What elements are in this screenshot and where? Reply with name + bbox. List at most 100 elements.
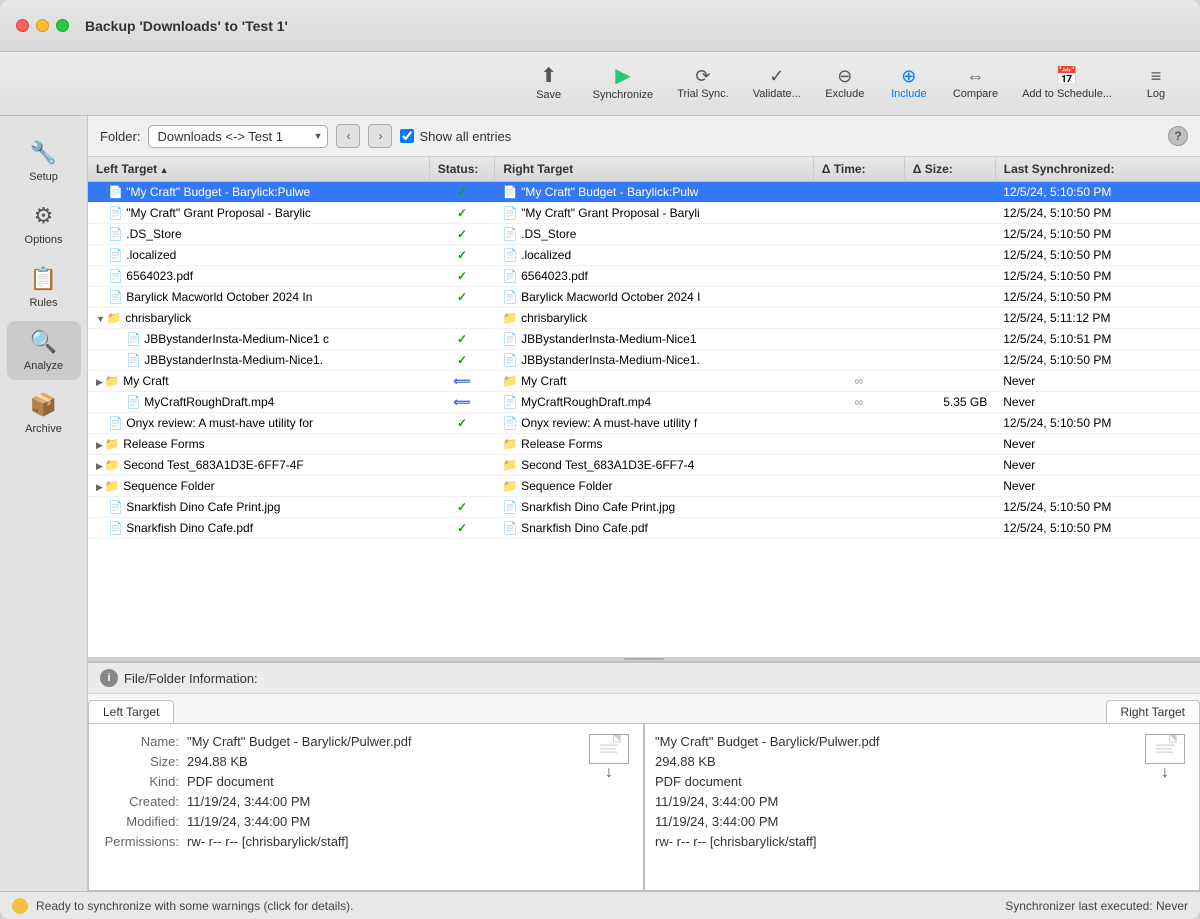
status-right-text: Synchronizer last executed: Never (1005, 899, 1188, 913)
right-target-tab[interactable]: Right Target (1106, 700, 1200, 723)
col-delta-size[interactable]: Δ Size: (904, 157, 995, 182)
show-all-label[interactable]: Show all entries (400, 129, 511, 144)
toolbar-compare[interactable]: ⇔ Compare (945, 63, 1006, 104)
expand-arrow-icon[interactable]: ▶ (96, 377, 103, 387)
table-row[interactable]: 📄 6564023.pdf✓📄 6564023.pdf12/5/24, 5:10… (88, 266, 1200, 287)
archive-icon: 📦 (30, 392, 57, 418)
checkmark-icon: ✓ (457, 248, 467, 262)
expand-arrow-icon[interactable]: ▶ (96, 440, 103, 450)
right-file-icon: 📄 (503, 269, 518, 283)
table-row[interactable]: ▶📁 My Craft⟸📁 My Craft∞Never (88, 371, 1200, 392)
delta-size-cell (904, 350, 995, 371)
folder-label: Folder: (100, 129, 140, 144)
left-filename: 6564023.pdf (126, 269, 193, 283)
left-size-label: Size: (99, 754, 179, 769)
toolbar-exclude[interactable]: ⊖ Exclude (817, 63, 873, 104)
last-sync-cell: Never (995, 476, 1200, 497)
left-kind-label: Kind: (99, 774, 179, 789)
table-row[interactable]: ▶📁 Sequence Folder📁 Sequence FolderNever (88, 476, 1200, 497)
minimize-button[interactable] (36, 19, 49, 32)
table-row[interactable]: 📄 Barylick Macworld October 2024 In✓📄 Ba… (88, 287, 1200, 308)
left-target-tab[interactable]: Left Target (88, 700, 174, 723)
table-row[interactable]: 📄 JBBystanderInsta-Medium-Nice1.✓📄 JBBys… (88, 350, 1200, 371)
status-left-text[interactable]: Ready to synchronize with some warnings … (36, 899, 353, 913)
status-cell: ✓ (429, 245, 495, 266)
status-cell: ✓ (429, 518, 495, 539)
left-filename: MyCraftRoughDraft.mp4 (144, 395, 274, 409)
expand-arrow-icon[interactable]: ▶ (96, 461, 103, 471)
file-table-container[interactable]: Left Target Status: Right Target Δ Time:… (88, 157, 1200, 657)
collapse-arrow-icon[interactable]: ▼ (96, 314, 105, 324)
checkmark-icon: ✓ (457, 416, 467, 430)
col-left-target[interactable]: Left Target (88, 157, 429, 182)
left-created-row: Created: 11/19/24, 3:44:00 PM (99, 794, 575, 809)
checkmark-icon: ✓ (457, 227, 467, 241)
nav-back-button[interactable]: ‹ (336, 124, 360, 148)
right-target-cell: 📄 Snarkfish Dino Cafe Print.jpg (495, 497, 813, 518)
bottom-panel-header: i File/Folder Information: (88, 663, 1200, 694)
file-icon: 📄 (126, 332, 141, 346)
toolbar-include[interactable]: ⊕ Include (881, 63, 937, 104)
checkmark-icon: ✓ (457, 332, 467, 346)
maximize-button[interactable] (56, 19, 69, 32)
delta-size-cell (904, 266, 995, 287)
right-filename: chrisbarylick (521, 311, 587, 325)
right-file-icon: 📄 (503, 521, 518, 535)
file-icon: 📄 (108, 227, 123, 241)
sidebar-item-setup[interactable]: 🔧 Setup (7, 132, 81, 191)
left-preview-thumb: ↓ (585, 734, 633, 782)
last-sync-cell: Never (995, 392, 1200, 413)
checkmark-icon: ✓ (457, 206, 467, 220)
table-row[interactable]: 📄 .DS_Store✓📄 .DS_Store12/5/24, 5:10:50 … (88, 224, 1200, 245)
table-row[interactable]: ▼📁 chrisbarylick📁 chrisbarylick12/5/24, … (88, 308, 1200, 329)
status-cell: ✓ (429, 350, 495, 371)
close-button[interactable] (16, 19, 29, 32)
nav-forward-button[interactable]: › (368, 124, 392, 148)
col-delta-time[interactable]: Δ Time: (813, 157, 904, 182)
table-row[interactable]: 📄 Onyx review: A must-have utility for✓📄… (88, 413, 1200, 434)
delta-size-cell (904, 308, 995, 329)
table-row[interactable]: 📄 MyCraftRoughDraft.mp4⟸📄 MyCraftRoughDr… (88, 392, 1200, 413)
table-row[interactable]: 📄 JBBystanderInsta-Medium-Nice1 c✓📄 JBBy… (88, 329, 1200, 350)
help-button[interactable]: ? (1168, 126, 1188, 146)
toolbar-trial-sync[interactable]: ⟳ Trial Sync. (669, 63, 737, 104)
sidebar-item-options[interactable]: ⚙ Options (7, 195, 81, 254)
sidebar-item-archive[interactable]: 📦 Archive (7, 384, 81, 443)
right-filename: Snarkfish Dino Cafe Print.jpg (521, 500, 675, 514)
table-row[interactable]: 📄 .localized✓📄 .localized12/5/24, 5:10:5… (88, 245, 1200, 266)
table-row[interactable]: 📄 "My Craft" Grant Proposal - Barylic✓📄 … (88, 203, 1200, 224)
left-kind-row: Kind: PDF document (99, 774, 575, 789)
delta-size-cell (904, 182, 995, 203)
toolbar-validate[interactable]: ✓ Validate... (745, 63, 809, 104)
expand-arrow-icon[interactable]: ▶ (96, 482, 103, 492)
sidebar-setup-label: Setup (29, 171, 58, 183)
toolbar-log[interactable]: ≡ Log (1128, 63, 1184, 104)
toolbar-synchronize[interactable]: ▶ Synchronize (585, 62, 662, 105)
show-all-checkbox[interactable] (400, 129, 414, 143)
table-row[interactable]: 📄 Snarkfish Dino Cafe Print.jpg✓📄 Snarkf… (88, 497, 1200, 518)
col-last-sync[interactable]: Last Synchronized: (995, 157, 1200, 182)
table-row[interactable]: ▶📁 Second Test_683A1D3E-6FF7-4F📁 Second … (88, 455, 1200, 476)
file-icon: 📄 (108, 206, 123, 220)
window-title: Backup 'Downloads' to 'Test 1' (85, 18, 288, 34)
col-status[interactable]: Status: (429, 157, 495, 182)
sidebar-item-rules[interactable]: 📋 Rules (7, 258, 81, 317)
file-icon: 📄 (126, 395, 141, 409)
right-file-icon: 📁 (503, 374, 518, 388)
table-row[interactable]: 📄 Snarkfish Dino Cafe.pdf✓📄 Snarkfish Di… (88, 518, 1200, 539)
table-row[interactable]: 📄 "My Craft" Budget - Barylick:Pulwe✓📄 "… (88, 182, 1200, 203)
left-filename: JBBystanderInsta-Medium-Nice1 c (144, 332, 329, 346)
toolbar-add-schedule[interactable]: 📅 Add to Schedule... (1014, 63, 1120, 104)
file-icon: 📄 (108, 500, 123, 514)
left-filename: Barylick Macworld October 2024 In (126, 290, 312, 304)
left-filename: Snarkfish Dino Cafe.pdf (126, 521, 253, 535)
toolbar-save[interactable]: ⬆ Save (521, 62, 577, 105)
sidebar-item-analyze[interactable]: 🔍 Analyze (7, 321, 81, 380)
col-right-target[interactable]: Right Target (495, 157, 813, 182)
table-row[interactable]: ▶📁 Release Forms📁 Release FormsNever (88, 434, 1200, 455)
left-filename: chrisbarylick (125, 311, 191, 325)
folder-select[interactable]: Downloads <-> Test 1 (148, 125, 328, 148)
last-sync-cell: 12/5/24, 5:10:50 PM (995, 350, 1200, 371)
delta-size-cell (904, 413, 995, 434)
status-cell: ✓ (429, 497, 495, 518)
